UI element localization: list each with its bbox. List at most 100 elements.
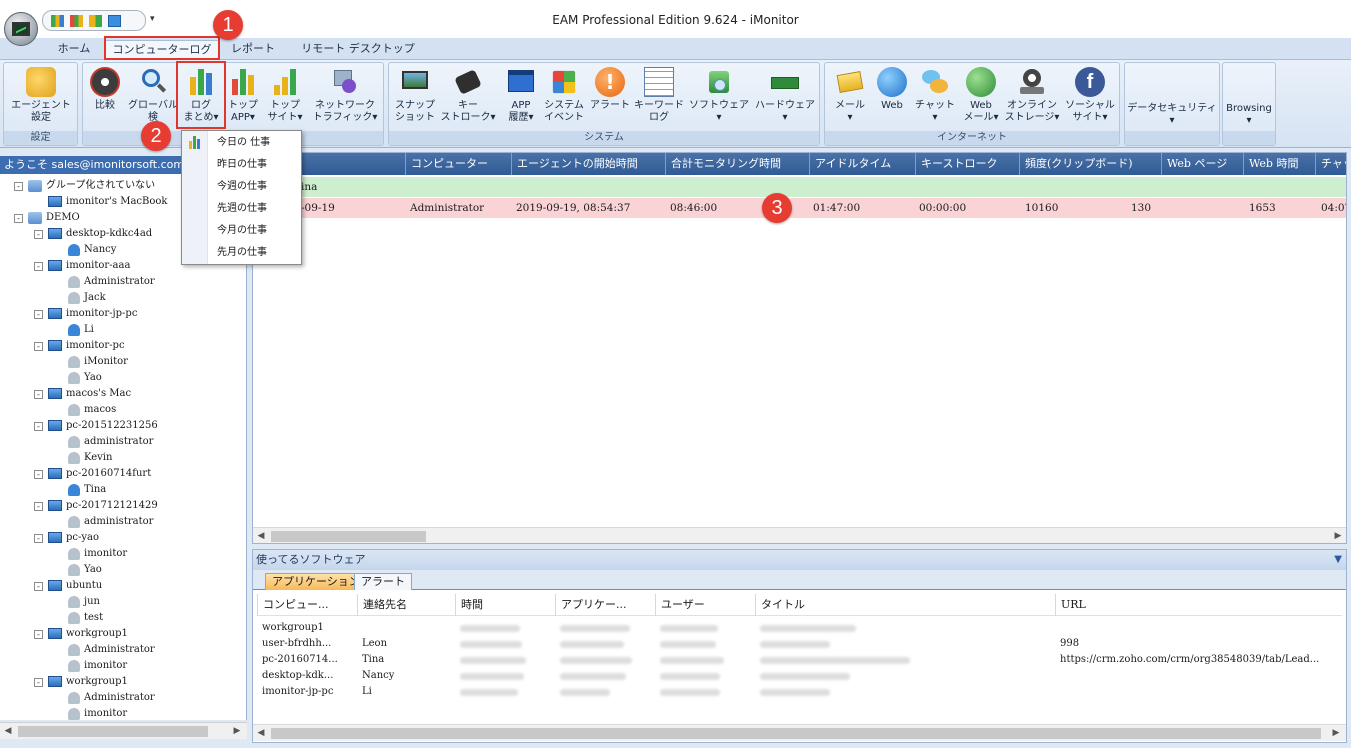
tree-group-item[interactable]: グループ化されていない (28, 178, 155, 194)
collapse-toggle-icon[interactable]: - (34, 230, 43, 239)
column-header[interactable]: タイトル (755, 594, 1055, 616)
column-header[interactable]: 時間 (455, 594, 555, 616)
agent-settings-button[interactable]: エージェント 設定 (6, 67, 76, 124)
tree-computer-item[interactable]: ubuntu (48, 578, 102, 594)
tab-remote-desktop[interactable]: リモート デスクトップ (296, 40, 420, 60)
network-traffic-button[interactable]: ネットワーク トラフィック▾ (309, 67, 381, 124)
tree-computer-item[interactable]: macos's Mac (48, 386, 131, 402)
grid-group-row[interactable]: ina (253, 177, 1346, 197)
tab-applications[interactable]: アプリケーション (265, 573, 367, 590)
collapse-toggle-icon[interactable]: - (34, 422, 43, 431)
column-header[interactable]: 頻度(クリップボード) (1019, 153, 1161, 175)
tab-report[interactable]: レポート (222, 40, 284, 60)
collapse-toggle-icon[interactable]: - (34, 582, 43, 591)
table-row[interactable]: desktop-kdk... Nancy (257, 668, 1342, 684)
column-header[interactable]: ユーザー (655, 594, 755, 616)
tree-user-item[interactable]: iMonitor (68, 354, 128, 370)
tree-user-item[interactable]: Jack (68, 290, 106, 306)
tree-user-item[interactable]: Nancy (68, 242, 116, 258)
menu-item[interactable]: 今日の 仕事 (217, 134, 270, 152)
scroll-thumb[interactable] (271, 531, 426, 542)
collapse-toggle-icon[interactable]: - (34, 342, 43, 351)
chat-button[interactable]: チャット ▾ (911, 67, 959, 124)
scroll-left-icon[interactable]: ◀ (253, 528, 269, 543)
grid-horizontal-scrollbar[interactable]: ◀ ▶ (253, 527, 1346, 543)
menu-item[interactable]: 今週の仕事 (217, 178, 267, 196)
tree-user-item[interactable]: Yao (68, 562, 102, 578)
snapshot-button[interactable]: スナップ ショット (391, 67, 439, 124)
tree-user-item[interactable]: Administrator (68, 274, 155, 290)
tree-horizontal-scrollbar[interactable]: ◀ ▶ (0, 722, 247, 739)
column-header[interactable]: Web 時間 (1243, 153, 1315, 175)
tree-user-item[interactable]: test (68, 610, 103, 626)
scroll-right-icon[interactable]: ▶ (1330, 528, 1346, 543)
column-header[interactable]: コンピュー... (257, 594, 357, 616)
collapse-toggle-icon[interactable]: - (34, 470, 43, 479)
system-event-button[interactable]: システム イベント (541, 67, 587, 124)
online-storage-button[interactable]: オンライン ストレージ▾ (1003, 67, 1061, 124)
column-header[interactable]: キーストローク (915, 153, 1019, 175)
tree-user-item[interactable]: Li (68, 322, 94, 338)
column-header[interactable]: URL (1055, 594, 1342, 616)
scroll-right-icon[interactable]: ▶ (1328, 725, 1344, 742)
collapse-toggle-icon[interactable]: - (14, 182, 23, 191)
menu-item[interactable]: 先月の仕事 (217, 244, 267, 262)
scroll-right-icon[interactable]: ▶ (229, 723, 245, 740)
tree-computer-item[interactable]: workgroup1 (48, 674, 128, 690)
tree-user-item[interactable]: macos (68, 402, 116, 418)
table-row[interactable]: user-bfrdhh... Leon 998 (257, 636, 1342, 652)
tab-home[interactable]: ホーム (48, 40, 100, 60)
scroll-thumb[interactable] (18, 726, 208, 737)
column-header[interactable]: 連絡先名 (357, 594, 455, 616)
tree-computer-item[interactable]: imonitor-aaa (48, 258, 130, 274)
social-site-button[interactable]: f ソーシャル サイト▾ (1061, 67, 1119, 124)
tree-computer-item[interactable]: imonitor-pc (48, 338, 125, 354)
table-row[interactable]: imonitor-jp-pc Li (257, 684, 1342, 700)
tree-computer-item[interactable]: pc-yao (48, 530, 99, 546)
collapse-toggle-icon[interactable]: - (34, 678, 43, 687)
webmail-button[interactable]: Web メール▾ (959, 67, 1003, 124)
table-row[interactable]: -09-19 Administrator 2019-09-19, 08:54:37 0… (253, 198, 1346, 218)
panel-horizontal-scrollbar[interactable]: ◀ ▶ (253, 724, 1346, 741)
tree-user-item[interactable]: Administrator (68, 690, 155, 706)
tree-user-item[interactable]: administrator (68, 434, 153, 450)
column-header[interactable]: アイドルタイム (809, 153, 915, 175)
collapse-toggle-icon[interactable]: - (34, 390, 43, 399)
mail-button[interactable]: メール ▾ (827, 67, 873, 124)
tree-computer-item[interactable]: pc-201512231256 (48, 418, 158, 434)
collapse-toggle-icon[interactable]: - (14, 214, 23, 223)
tree-user-item[interactable]: administrator (68, 514, 153, 530)
column-header[interactable]: エージェントの開始時間 (511, 153, 665, 175)
top-site-button[interactable]: トップ サイト▾ (265, 67, 305, 124)
app-menu-button[interactable] (4, 12, 38, 46)
tab-alerts[interactable]: アラート (354, 573, 412, 590)
software-button[interactable]: ソフトウェア ▾ (685, 67, 753, 124)
table-row[interactable]: workgroup1 (257, 620, 1342, 636)
column-header[interactable]: コンピューター (405, 153, 511, 175)
tree-user-item[interactable]: Yao (68, 370, 102, 386)
global-search-button[interactable]: グローバル 検 (125, 67, 181, 124)
collapse-toggle-icon[interactable]: - (34, 262, 43, 271)
table-row[interactable]: pc-20160714... Tina https://crm.zoho.com/c… (257, 652, 1342, 668)
menu-item[interactable]: 先週の仕事 (217, 200, 267, 218)
tree-computer-item[interactable]: desktop-kdkc4ad (48, 226, 152, 242)
keyword-log-button[interactable]: キーワード ログ (633, 67, 685, 124)
compare-button[interactable]: 比較 (85, 67, 125, 112)
tree-computer-item[interactable]: imonitor-jp-pc (48, 306, 137, 322)
alert-button[interactable]: ! アラート (587, 67, 633, 112)
column-header[interactable]: アプリケー... (555, 594, 655, 616)
app-history-button[interactable]: APP 履歴▾ (499, 67, 543, 124)
tree-computer-item[interactable]: pc-201712121429 (48, 498, 158, 514)
column-header[interactable]: Web ページ (1161, 153, 1243, 175)
collapse-toggle-icon[interactable]: - (34, 630, 43, 639)
web-button[interactable]: Web (873, 67, 911, 112)
menu-item[interactable]: 昨日の仕事 (217, 156, 267, 174)
tree-user-item[interactable]: imonitor (68, 706, 127, 720)
tree-computer-item[interactable]: workgroup1 (48, 626, 128, 642)
scroll-left-icon[interactable]: ◀ (253, 725, 269, 742)
tree-group-item[interactable]: DEMO (28, 210, 80, 226)
column-header[interactable]: 合計モニタリング時間 (665, 153, 809, 175)
data-security-button[interactable]: データセキュリティ ▾ (1127, 103, 1217, 127)
tree-user-item[interactable]: Tina (68, 482, 106, 498)
column-header[interactable]: チャット (1315, 153, 1346, 175)
